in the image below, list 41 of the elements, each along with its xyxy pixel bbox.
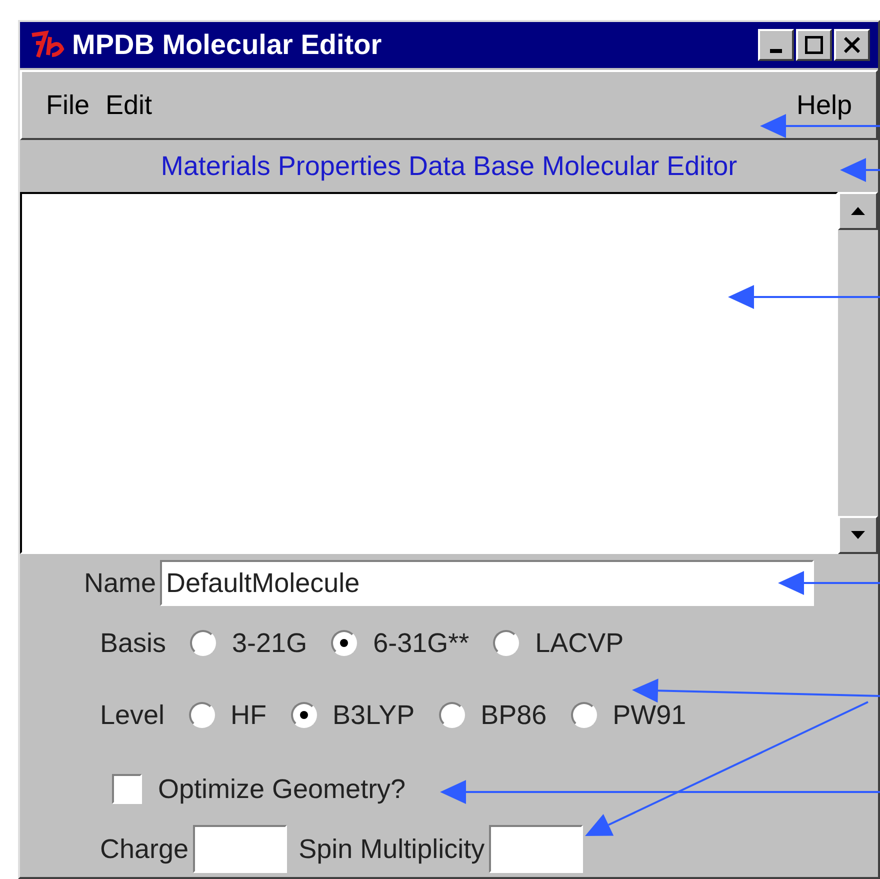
subtitle: Materials Properties Data Base Molecular Editor xyxy=(160,150,738,183)
checkbox-label: Optimize Geometry? xyxy=(158,772,406,806)
checkbox[interactable] xyxy=(112,774,142,804)
group-label: Level xyxy=(100,698,165,732)
radio-button[interactable] xyxy=(493,630,520,656)
radio-button[interactable] xyxy=(570,702,597,728)
scroll-up-button[interactable] xyxy=(838,192,878,230)
charge-field[interactable] xyxy=(192,825,287,873)
maximize-icon xyxy=(805,36,823,54)
radio-button[interactable] xyxy=(290,702,317,728)
menu-item[interactable]: Help xyxy=(788,84,860,126)
radio-label: B3LYP xyxy=(332,698,415,732)
menu-item[interactable]: File xyxy=(38,84,98,126)
spin-field[interactable] xyxy=(488,825,583,873)
radio-label: PW91 xyxy=(612,698,686,732)
spin-label: Spin Multiplicity xyxy=(298,832,485,866)
minimize-icon xyxy=(770,49,782,53)
minimize-button[interactable] xyxy=(758,29,794,61)
scrollbar[interactable] xyxy=(838,192,878,554)
radio-button[interactable] xyxy=(438,702,465,728)
maximize-button[interactable] xyxy=(796,29,832,61)
close-icon xyxy=(844,37,860,53)
menu-item[interactable]: Edit xyxy=(98,84,160,126)
charge-label: Charge xyxy=(100,832,189,866)
group-label: Basis xyxy=(100,626,166,660)
radio-label: BP86 xyxy=(480,698,547,732)
radio-button[interactable] xyxy=(188,702,215,728)
name-field[interactable]: DefaultMolecule xyxy=(160,560,814,606)
close-button[interactable] xyxy=(834,29,870,61)
down-arrow-icon xyxy=(851,531,865,539)
up-arrow-icon xyxy=(851,207,865,215)
radio-button[interactable] xyxy=(190,630,216,656)
scroll-down-button[interactable] xyxy=(838,516,878,554)
radio-label: HF xyxy=(230,698,267,732)
radio-label: 6-31G** xyxy=(373,626,470,660)
radio-button[interactable] xyxy=(331,630,358,656)
name-label: Name xyxy=(84,566,156,600)
pointer-arrow xyxy=(840,158,880,182)
radio-label: 3-21G xyxy=(232,626,308,660)
window-title: MPDB Molecular Editor xyxy=(72,28,383,62)
radio-label: LACVP xyxy=(535,626,624,660)
